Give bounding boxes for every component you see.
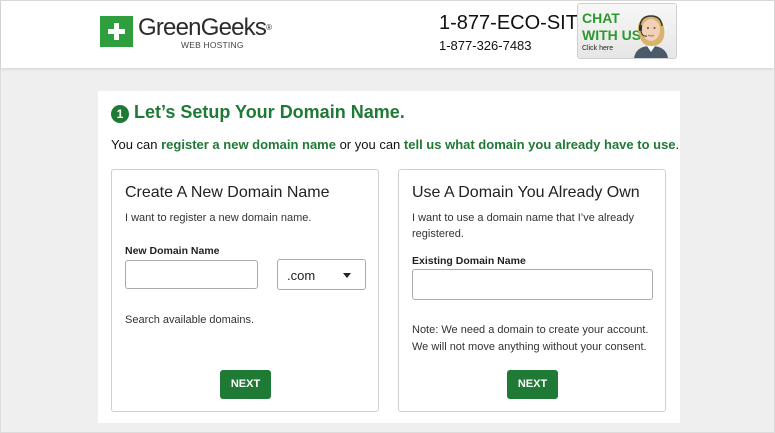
logo-name: GreenGeeks — [138, 14, 267, 41]
existing-domain-next-button[interactable]: NEXT — [507, 370, 558, 399]
intro-text-end: . — [675, 137, 680, 152]
new-domain-next-button[interactable]: NEXT — [220, 370, 271, 399]
trademark-symbol: ® — [266, 23, 272, 32]
logo-subtitle: WEB HOSTING — [181, 40, 244, 50]
existing-domain-label: Existing Domain Name — [412, 255, 526, 267]
new-domain-description: I want to register a new domain name. — [125, 212, 312, 224]
existing-domain-link[interactable]: tell us what domain you already have to … — [404, 137, 676, 152]
existing-domain-input[interactable] — [412, 269, 653, 300]
new-domain-title: Create A New Domain Name — [125, 184, 330, 201]
tld-select[interactable]: .com — [277, 259, 366, 290]
existing-domain-description: I want to use a domain name that I’ve al… — [412, 212, 634, 240]
intro-text: You can register a new domain name or yo… — [111, 137, 679, 152]
step-number-badge: 1 — [111, 105, 129, 123]
logo-wordmark: GreenGeeks® WEB HOSTING — [138, 14, 272, 51]
chat-line-1: CHAT — [582, 10, 620, 26]
plus-icon — [100, 16, 133, 47]
consent-note: Note: We need a domain to create your ac… — [412, 324, 649, 353]
new-domain-input[interactable] — [125, 260, 258, 289]
existing-domain-card: Use A Domain You Already Own I want to u… — [398, 169, 666, 412]
new-domain-label: New Domain Name — [125, 245, 220, 257]
existing-domain-title: Use A Domain You Already Own — [412, 184, 640, 201]
search-domains-text: Search available domains. — [125, 314, 255, 326]
phone-secondary[interactable]: 1-877-326-7483 — [439, 38, 532, 53]
intro-text-start: You can — [111, 137, 162, 152]
phone-primary[interactable]: 1-877-ECO-SITE — [439, 12, 591, 35]
intro-text-middle: or you can — [335, 137, 404, 152]
chevron-down-icon — [343, 273, 351, 278]
support-agent-icon — [634, 15, 668, 58]
greengeeks-logo[interactable]: GreenGeeks® WEB HOSTING — [100, 14, 272, 51]
new-domain-card: Create A New Domain Name I want to regis… — [111, 169, 379, 412]
chat-with-us-button[interactable]: CHAT WITH US Click here — [577, 3, 677, 59]
tld-selected-value: .com — [287, 268, 316, 283]
site-header: GreenGeeks® WEB HOSTING 1-877-ECO-SITE 1… — [1, 1, 774, 68]
register-domain-link[interactable]: register a new domain name — [161, 137, 336, 152]
page-title: Let’s Setup Your Domain Name. — [134, 102, 405, 122]
chat-click-here: Click here — [582, 45, 614, 52]
